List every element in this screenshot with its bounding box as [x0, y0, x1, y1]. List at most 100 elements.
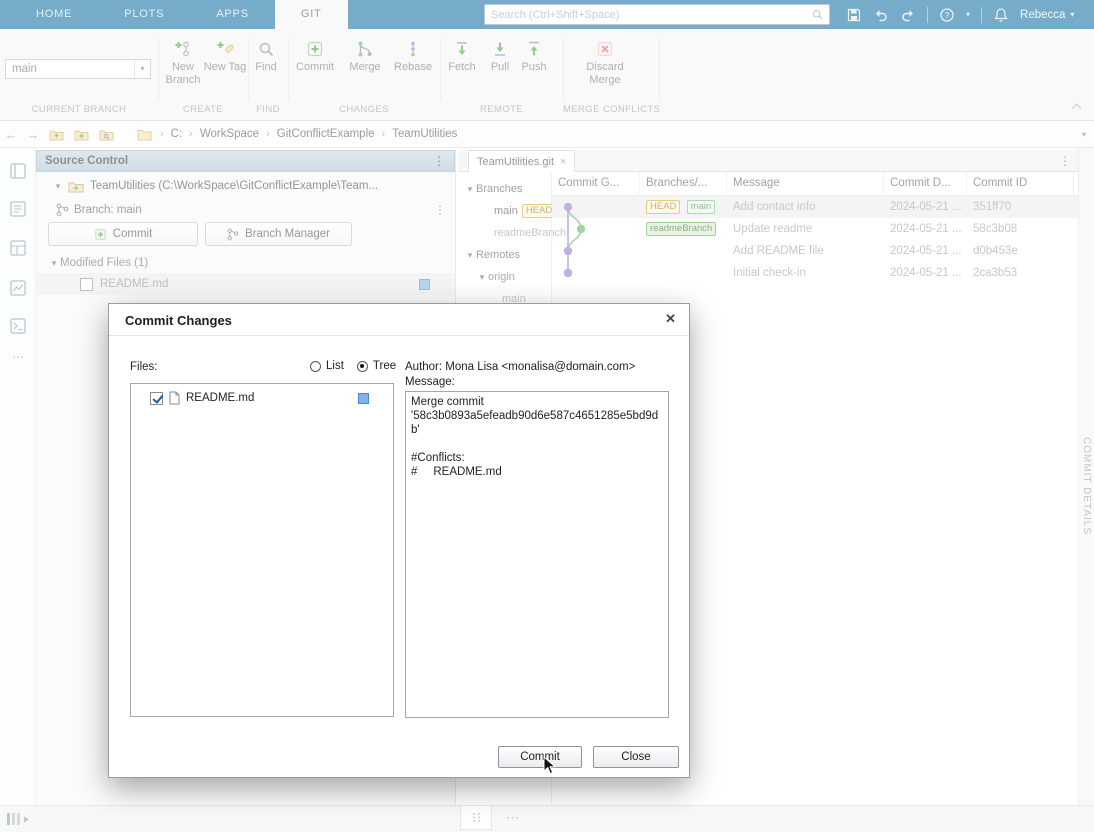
breadcrumb-teamutilities[interactable]: TeamUtilities	[392, 128, 457, 140]
ribbon-divider	[659, 39, 660, 100]
crumb-separator-icon: ›	[160, 128, 164, 140]
dialog-close-icon[interactable]: ✕	[665, 311, 676, 327]
address-bar: ← → › C: › WorkSpace › GitConflictExampl…	[0, 121, 1094, 148]
commit-row[interactable]: Initial check-in 2024-05-21 ... 2ca3b53	[552, 262, 1078, 284]
commit-message-input[interactable]: Merge commit '58c3b0893a5efeadb90d6e587c…	[405, 391, 669, 718]
tree-item-branches[interactable]: ▾ Branches	[464, 180, 558, 198]
merge-button[interactable]: Merge	[341, 40, 389, 74]
dialog-file-checkbox[interactable]	[150, 392, 163, 405]
file-checkbox[interactable]	[80, 278, 93, 291]
rebase-button[interactable]: Rebase	[389, 40, 437, 74]
branch-manager-icon	[227, 228, 239, 241]
repo-tree-item[interactable]: ▾ TeamUtilities (C:\WorkSpace\GitConflic…	[36, 176, 455, 196]
dialog-file-row[interactable]: README.md	[131, 389, 393, 407]
search-input[interactable]	[485, 9, 811, 21]
tree-expand-icon[interactable]: ▾	[48, 258, 60, 269]
breadcrumb-drive[interactable]: C:	[171, 128, 183, 140]
commit-button[interactable]: Commit	[291, 40, 339, 74]
help-icon[interactable]: ?	[939, 7, 955, 23]
toolstrip-header: HOME PLOTS APPS GIT	[0, 0, 1094, 29]
view-mode-radios: List Tree	[310, 360, 396, 372]
tree-radio[interactable]	[357, 361, 368, 372]
column-commit-graph[interactable]: Commit G...	[552, 172, 640, 196]
column-message[interactable]: Message	[727, 172, 884, 196]
panel-commit-button[interactable]: Commit	[48, 222, 198, 246]
combo-caret-icon: ▾	[134, 60, 150, 78]
branch-manager-button[interactable]: Branch Manager	[205, 222, 352, 246]
current-branch-select[interactable]: main ▾	[5, 59, 151, 79]
commit-id: 58c3b08	[967, 223, 1074, 235]
modified-file-row[interactable]: README.md	[36, 273, 455, 295]
tab-close-icon[interactable]: ×	[560, 156, 566, 168]
panel-layout-icon[interactable]	[6, 812, 32, 827]
modified-status-icon	[358, 393, 369, 404]
up-one-level-icon[interactable]	[49, 127, 64, 141]
tree-item-remotes[interactable]: ▾ Remotes	[464, 246, 558, 264]
tree-expand-icon[interactable]: ▾	[52, 181, 64, 192]
new-branch-button[interactable]: New Branch	[159, 40, 207, 86]
branch-menu-icon[interactable]: ⋮	[433, 203, 447, 217]
branch-row[interactable]: Branch: main ⋮	[36, 200, 455, 220]
redo-icon[interactable]	[900, 7, 916, 23]
command-window-panel-icon[interactable]	[9, 317, 27, 335]
save-icon[interactable]	[846, 7, 862, 23]
dialog-commit-button[interactable]: Commit	[498, 746, 582, 768]
minimized-panel-grip[interactable]	[460, 806, 492, 830]
commit-row[interactable]: Add README file 2024-05-21 ... d0b453e	[552, 240, 1078, 262]
dialog-close-button[interactable]: Close	[593, 746, 679, 768]
back-icon[interactable]: ←	[0, 127, 22, 142]
modified-status-icon	[419, 279, 430, 290]
tab-plots[interactable]: PLOTS	[98, 0, 190, 29]
find-button[interactable]: Find	[246, 40, 286, 74]
tab-apps[interactable]: APPS	[190, 0, 275, 29]
column-commit-id[interactable]: Commit ID	[967, 172, 1074, 196]
user-menu[interactable]: Rebecca ▾	[1020, 9, 1074, 21]
tree-expand-icon[interactable]: ▾	[476, 272, 488, 283]
modified-files-label: Modified Files (1)	[60, 257, 148, 269]
files-panel-icon[interactable]	[9, 162, 27, 180]
commit-row[interactable]: readmeBranch Update readme 2024-05-21 ..…	[552, 218, 1078, 240]
variables-panel-icon[interactable]	[9, 239, 27, 257]
grip-icon	[472, 812, 481, 823]
forward-icon[interactable]: →	[22, 127, 44, 142]
undo-icon[interactable]	[873, 7, 889, 23]
statusbar-more-icon[interactable]: ⋯	[506, 810, 519, 826]
commit-date: 2024-05-21 ...	[884, 223, 967, 235]
plots-panel-icon[interactable]	[9, 279, 27, 297]
tab-git[interactable]: GIT	[275, 0, 348, 29]
repo-label: TeamUtilities (C:\WorkSpace\GitConflictE…	[90, 180, 378, 192]
breadcrumb-workspace[interactable]: WorkSpace	[200, 128, 259, 140]
discard-merge-button[interactable]: Discard Merge	[575, 40, 635, 86]
tree-expand-icon[interactable]: ▾	[464, 184, 476, 195]
source-control-menu-icon[interactable]: ⋮	[432, 154, 446, 168]
commit-message: Add README file	[727, 245, 884, 257]
modified-files-group[interactable]: ▾ Modified Files (1)	[36, 253, 455, 273]
address-dropdown-caret-icon[interactable]: ▾	[1082, 130, 1086, 139]
new-tag-button[interactable]: New Tag	[203, 40, 247, 74]
collapse-ribbon-icon[interactable]	[1072, 104, 1082, 114]
commit-row[interactable]: HEAD main Add contact info 2024-05-21 ..…	[552, 196, 1078, 218]
tree-expand-icon[interactable]: ▾	[464, 250, 476, 261]
toolbar-separator	[981, 7, 982, 23]
notifications-bell-icon[interactable]	[993, 7, 1009, 23]
new-folder-icon[interactable]	[74, 127, 89, 141]
commit-icon	[306, 40, 324, 58]
commit-details-tab[interactable]: COMMIT DETAILS	[1081, 437, 1092, 535]
editor-panel-icon[interactable]	[9, 200, 27, 218]
column-commit-date[interactable]: Commit D...	[884, 172, 967, 196]
fetch-button[interactable]: Fetch	[440, 40, 484, 74]
current-branch-value: main	[12, 63, 37, 75]
breadcrumb-gitconflictexample[interactable]: GitConflictExample	[277, 128, 375, 140]
list-radio[interactable]	[310, 361, 321, 372]
more-panels-icon[interactable]: ⋯	[0, 350, 36, 364]
column-branches-tags[interactable]: Branches/...	[640, 172, 727, 196]
new-branch-icon	[174, 40, 192, 58]
file-icon	[169, 391, 180, 405]
help-caret-icon[interactable]: ▾	[966, 10, 970, 19]
head-badge: HEAD	[646, 200, 680, 214]
push-button[interactable]: Push	[514, 40, 554, 74]
browse-folder-icon[interactable]	[99, 127, 114, 141]
git-document-tab[interactable]: TeamUtilities.git ×	[468, 150, 575, 172]
tab-home[interactable]: HOME	[10, 0, 98, 29]
git-panel-menu-icon[interactable]: ⋮	[1058, 154, 1072, 168]
